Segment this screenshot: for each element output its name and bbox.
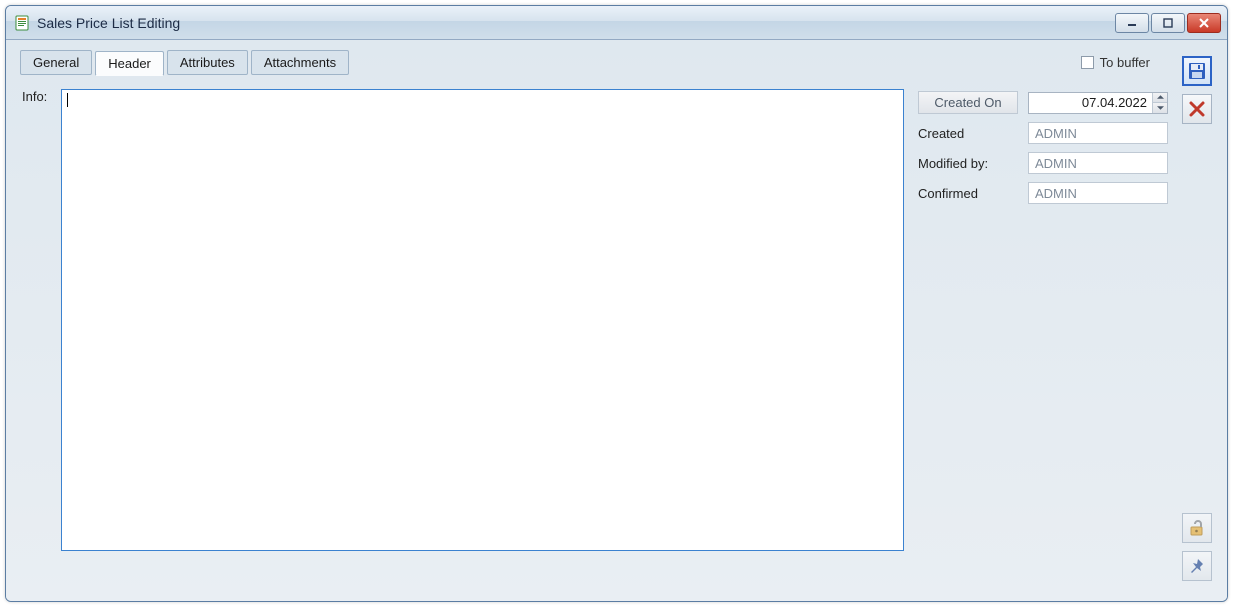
info-textarea[interactable] xyxy=(61,89,904,551)
date-spin-down[interactable] xyxy=(1153,103,1167,113)
save-button[interactable] xyxy=(1182,56,1212,86)
modified-by-value: ADMIN xyxy=(1028,152,1168,174)
sales-price-list-window: Sales Price List Editing General Header … xyxy=(5,5,1228,602)
tab-attachments[interactable]: Attachments xyxy=(251,50,349,75)
titlebar: Sales Price List Editing xyxy=(6,6,1227,40)
unlock-icon xyxy=(1188,519,1206,537)
delete-icon xyxy=(1189,101,1205,117)
maximize-button[interactable] xyxy=(1151,13,1185,33)
tab-attributes[interactable]: Attributes xyxy=(167,50,248,75)
pin-button[interactable] xyxy=(1182,551,1212,581)
info-label: Info: xyxy=(22,89,47,581)
confirmed-value: ADMIN xyxy=(1028,182,1168,204)
app-icon xyxy=(14,15,30,31)
tab-content: Info: Created On 07.04.2022 xyxy=(14,75,1174,581)
checkbox-box[interactable] xyxy=(1081,56,1094,69)
pin-icon xyxy=(1189,558,1205,574)
confirmed-label: Confirmed xyxy=(918,186,1018,201)
window-title: Sales Price List Editing xyxy=(37,15,1115,31)
modified-by-label: Modified by: xyxy=(918,156,1018,171)
window-controls xyxy=(1115,13,1221,33)
created-label: Created xyxy=(918,126,1018,141)
minimize-button[interactable] xyxy=(1115,13,1149,33)
meta-panel: Created On 07.04.2022 Created ADMIN xyxy=(918,89,1168,581)
to-buffer-label: To buffer xyxy=(1100,55,1150,70)
created-on-button[interactable]: Created On xyxy=(918,91,1018,114)
date-spin-up[interactable] xyxy=(1153,93,1167,104)
save-icon xyxy=(1188,62,1206,80)
side-toolbar xyxy=(1174,50,1219,581)
created-value: ADMIN xyxy=(1028,122,1168,144)
tab-header[interactable]: Header xyxy=(95,51,164,76)
close-button[interactable] xyxy=(1187,13,1221,33)
main-column: General Header Attributes Attachments To… xyxy=(14,50,1174,581)
unlock-button[interactable] xyxy=(1182,513,1212,543)
body-area: General Header Attributes Attachments To… xyxy=(6,40,1227,601)
created-on-value[interactable]: 07.04.2022 xyxy=(1029,93,1152,113)
tab-row: General Header Attributes Attachments To… xyxy=(14,50,1174,75)
tab-general[interactable]: General xyxy=(20,50,92,75)
created-on-date[interactable]: 07.04.2022 xyxy=(1028,92,1168,114)
text-caret xyxy=(67,93,68,107)
delete-button[interactable] xyxy=(1182,94,1212,124)
to-buffer-checkbox[interactable]: To buffer xyxy=(1081,55,1150,70)
